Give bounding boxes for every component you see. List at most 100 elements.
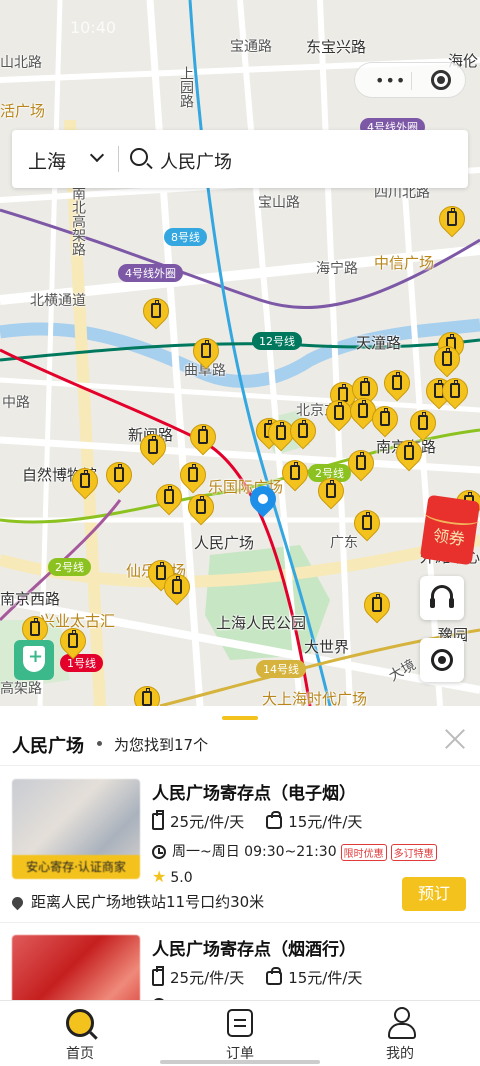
- home-indicator: [160, 1060, 320, 1064]
- book-button[interactable]: 预订: [402, 877, 466, 911]
- bag-icon: [266, 966, 283, 985]
- hours-row: 周一~周日 09:30~21:30 限时优惠 多订特惠: [152, 841, 437, 861]
- map-label-haininglu: 海宁路: [316, 261, 358, 277]
- storage-pin[interactable]: [378, 364, 416, 406]
- storage-pin[interactable]: [100, 456, 138, 498]
- store-thumbnail: [12, 935, 140, 1000]
- coupon-label: 领券: [431, 525, 467, 550]
- list-item[interactable]: 安心寄存·认证商家 人民广场寄存点（电子烟） 25元/件/天 15元/件/天 周一…: [0, 767, 480, 923]
- tab-home[interactable]: 首页: [30, 1007, 130, 1063]
- storage-pin[interactable]: [284, 412, 322, 454]
- customer-service-button[interactable]: [420, 576, 464, 620]
- sheet-header: 人民广场 为您找到17个: [0, 726, 480, 766]
- status-time: 10:40: [70, 18, 117, 37]
- store-name: 人民广场寄存点（电子烟）: [152, 784, 356, 804]
- close-icon[interactable]: [444, 728, 466, 750]
- map-label-shanghairenmingongyuan: 上海人民公园: [216, 614, 307, 632]
- tab-mine[interactable]: 我的: [350, 1007, 450, 1063]
- storage-pin[interactable]: [137, 292, 175, 334]
- map-label-nanbeigaojia: 南北高架路: [70, 186, 86, 256]
- tab-orders[interactable]: 订单: [190, 1007, 290, 1063]
- storage-pin[interactable]: [436, 372, 474, 414]
- map-base: [0, 0, 480, 706]
- storage-pin[interactable]: [366, 400, 404, 442]
- tab-mine-label: 我的: [386, 1046, 414, 1062]
- metro-badge-line4-a: 4号线外圈: [118, 264, 183, 282]
- close-miniprogram-icon[interactable]: [431, 70, 451, 90]
- distance-text: 距离人民广场地铁站11号口约30米: [31, 893, 265, 911]
- storage-pin[interactable]: [158, 568, 196, 610]
- promo-chip: 多订特惠: [390, 843, 437, 861]
- current-location-marker: [244, 480, 282, 522]
- metro-badge-line8: 8号线: [164, 228, 207, 246]
- safety-shield-button[interactable]: [14, 640, 54, 680]
- map-view[interactable]: 山北路 活广场 宝通路 东宝兴路 海伦 上园路 宝山路 四川北路 南北高架路 中…: [0, 0, 480, 706]
- price-row: 25元/件/天 15元/件/天: [152, 810, 363, 832]
- storage-pin[interactable]: [342, 444, 380, 486]
- city-selector[interactable]: 上海: [28, 147, 66, 174]
- result-count: 为您找到17个: [114, 736, 209, 754]
- distance-row: 距离人民广场地铁站11号口约30米: [9, 891, 265, 912]
- storage-pin[interactable]: [312, 472, 350, 514]
- bag-price: 15元/件/天: [288, 813, 363, 831]
- locate-button[interactable]: [420, 638, 464, 682]
- map-label-zhongxinguangchang: 中信广场: [374, 254, 435, 272]
- locate-icon: [431, 649, 453, 671]
- storage-pin[interactable]: [66, 462, 104, 504]
- search-icon: [130, 148, 148, 166]
- storage-pin[interactable]: [433, 200, 471, 242]
- luggage-price: 25元/件/天: [170, 969, 245, 987]
- metro-badge-line2-b: 2号线: [48, 558, 91, 576]
- chevron-down-icon[interactable]: [89, 147, 105, 163]
- map-label-tiantonglu: 天潼路: [356, 334, 402, 352]
- map-label-zhonglu: 中路: [2, 395, 30, 411]
- map-label-shangyuanlu: 上园路: [178, 66, 194, 108]
- map-label-nanjingxilu: 南京西路: [0, 590, 61, 608]
- sheet-title: 人民广场: [12, 736, 84, 757]
- search-bar: 上海 人民广场: [12, 130, 468, 188]
- storage-pin[interactable]: [150, 478, 188, 520]
- tab-bar: 首页 订单 我的: [0, 1000, 480, 1066]
- orders-icon: [227, 1009, 253, 1037]
- storage-pin[interactable]: [54, 622, 92, 664]
- app-screen: 山北路 活广场 宝通路 东宝兴路 海伦 上园路 宝山路 四川北路 南北高架路 中…: [0, 0, 480, 1066]
- miniprogram-capsule: •••: [354, 62, 466, 98]
- headset-icon: [430, 585, 454, 608]
- storage-pin[interactable]: [320, 394, 358, 436]
- shield-icon: [23, 646, 45, 672]
- tab-home-label: 首页: [66, 1046, 94, 1062]
- user-icon: [388, 1007, 416, 1039]
- luggage-icon: [152, 966, 164, 986]
- storage-pin[interactable]: [182, 488, 220, 530]
- storage-pin[interactable]: [358, 586, 396, 628]
- luggage-icon: [152, 810, 164, 830]
- bag-icon: [266, 810, 283, 829]
- sheet-handle[interactable]: [222, 716, 258, 720]
- storage-pin[interactable]: [134, 428, 172, 470]
- certified-badge: 安心寄存·认证商家: [12, 855, 140, 879]
- store-thumbnail: 安心寄存·认证商家: [12, 779, 140, 879]
- storage-pin[interactable]: [348, 504, 386, 546]
- price-row: 25元/件/天 15元/件/天: [152, 966, 362, 988]
- rating-value: 5.0: [170, 870, 193, 886]
- luggage-price: 25元/件/天: [170, 813, 245, 831]
- coupon-button[interactable]: 领券: [419, 494, 480, 566]
- promo-chip: 限时优惠: [340, 843, 387, 861]
- storage-pin[interactable]: [184, 418, 222, 460]
- map-label-shanbeilu: 山北路: [0, 55, 42, 71]
- search-divider: [118, 146, 119, 172]
- map-label-gaojialu: 高架路: [0, 681, 42, 697]
- more-icon[interactable]: •••: [375, 71, 406, 90]
- storage-pin[interactable]: [128, 680, 166, 706]
- opening-hours: 周一~周日 09:30~21:30: [172, 844, 337, 860]
- storage-pin[interactable]: [187, 332, 225, 374]
- separator-dot: [97, 741, 102, 746]
- list-item[interactable]: 人民广场寄存点（烟酒行） 25元/件/天 15元/件/天: [0, 923, 480, 1000]
- search-input[interactable]: 人民广场: [160, 148, 232, 174]
- capsule-divider: [411, 72, 412, 90]
- map-label-beihengtongdao: 北横通道: [30, 293, 86, 309]
- rating-row: ★ 5.0: [152, 867, 193, 886]
- storage-pin[interactable]: [276, 454, 314, 496]
- results-sheet: 人民广场 为您找到17个 安心寄存·认证商家 人民广场寄存点（电子烟） 25元/…: [0, 706, 480, 1000]
- storage-pin[interactable]: [390, 434, 428, 476]
